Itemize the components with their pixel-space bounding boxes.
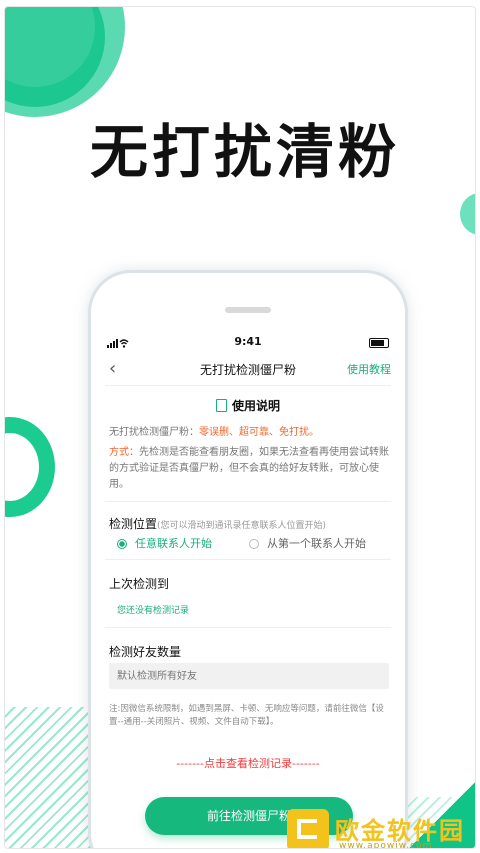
- guide-desc-highlight: 零误删、超可靠、免打扰。: [199, 427, 319, 438]
- radio-selected-icon: [117, 539, 127, 549]
- radio-unselected-icon: [249, 539, 259, 549]
- last-check-label: 上次检测到: [109, 577, 170, 591]
- last-check-value: 您还没有检测记录: [117, 606, 190, 616]
- guide-title: 使用说明: [91, 397, 405, 414]
- guide-method-tag: 方式：: [109, 447, 139, 458]
- guide-method-text: 先检测是否能查看朋友圈，如果无法查看再使用尝试转账的方式验证是否真僵尸粉，但不会…: [109, 447, 389, 490]
- screenshot-frame: 无打扰清粉 9:41 ‹ 无打扰检测僵尸粉 使用教程 使用说明 无打扰检测僵尸粉…: [4, 6, 476, 849]
- status-bar: 9:41: [107, 335, 389, 351]
- watermark-logo: 欧金软件园 www.apowjw.com: [287, 807, 475, 849]
- decor-ring-mid-left: [5, 417, 55, 517]
- status-time: 9:41: [234, 335, 262, 348]
- document-icon: [215, 399, 227, 412]
- help-link[interactable]: 使用教程: [347, 361, 391, 377]
- radio-first-contact[interactable]: 从第一个联系人开始: [249, 535, 366, 551]
- decor-hatch-bottom-left: [5, 707, 105, 848]
- radio-any-contact-label: 任意联系人开始: [135, 537, 212, 550]
- friend-count-input[interactable]: [109, 663, 389, 689]
- phone-mockup: 9:41 ‹ 无打扰检测僵尸粉 使用教程 使用说明 无打扰检测僵尸粉：零误删、超…: [91, 273, 405, 848]
- decor-blob-right: [460, 193, 475, 235]
- record-link[interactable]: -------点击查看检测记录-------: [91, 755, 405, 771]
- friend-count-label: 检测好友数量: [109, 645, 182, 659]
- divider: [105, 559, 391, 560]
- guide-method: 方式：先检测是否能查看朋友圈，如果无法查看再使用尝试转账的方式验证是否真僵尸粉，…: [109, 445, 391, 493]
- guide-title-text: 使用说明: [231, 399, 280, 413]
- radio-first-contact-label: 从第一个联系人开始: [267, 537, 366, 550]
- guide-desc: 无打扰检测僵尸粉：零误删、超可靠、免打扰。: [109, 423, 391, 438]
- guide-desc-prefix: 无打扰检测僵尸粉：: [109, 427, 199, 438]
- watermark-logo-icon: [287, 809, 329, 848]
- divider: [105, 385, 391, 386]
- radio-any-contact[interactable]: 任意联系人开始: [117, 535, 212, 551]
- watermark-url: www.apowjw.com: [339, 841, 433, 849]
- phone-speaker: [225, 307, 271, 313]
- nav-bar: ‹ 无打扰检测僵尸粉 使用教程: [91, 358, 405, 379]
- location-label: 检测位置(您可以滑动到通讯录任意联系人位置开始): [109, 515, 326, 532]
- headline: 无打扰清粉: [89, 118, 400, 186]
- location-label-text: 检测位置: [109, 517, 158, 531]
- divider: [105, 627, 391, 628]
- divider: [105, 501, 391, 502]
- note-text: 注:因微信系统限制，如遇到黑屏、卡顿、无响应等问题，请前往微信【设置--通用--…: [109, 704, 384, 727]
- battery-icon: [369, 338, 389, 348]
- location-hint: (您可以滑动到通讯录任意联系人位置开始): [157, 521, 327, 531]
